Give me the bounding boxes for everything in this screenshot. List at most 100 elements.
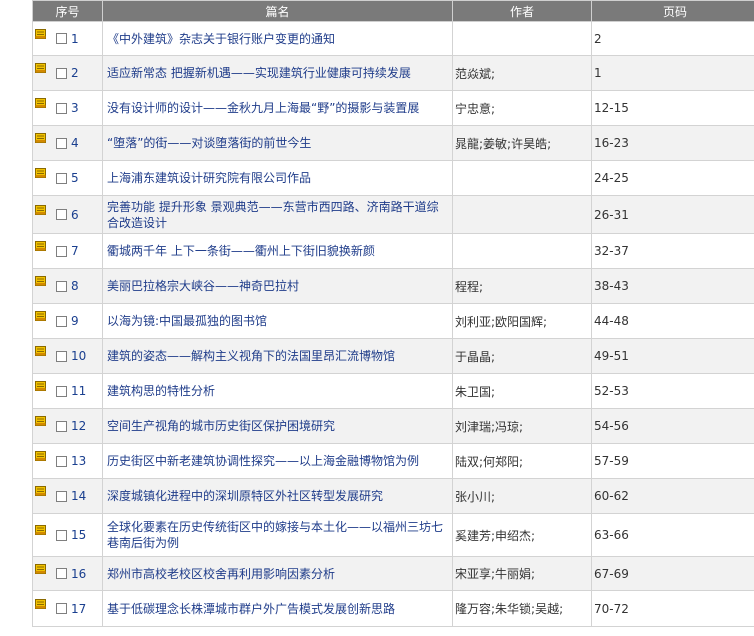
document-icon[interactable]	[35, 133, 46, 143]
pages-cell: 60-62	[591, 478, 754, 514]
document-icon[interactable]	[35, 525, 46, 535]
article-title-link[interactable]: 上海浦东建筑设计研究院有限公司作品	[105, 170, 450, 186]
article-title-link[interactable]: “堕落”的街——对谈堕落街的前世今生	[105, 135, 450, 151]
seq-cell: 8	[32, 268, 103, 304]
pages-cell: 57-59	[591, 443, 754, 479]
seq-cell: 6	[32, 195, 103, 234]
article-title-link[interactable]: 基于低碳理念长株潭城市群户外广告模式发展创新思路	[105, 601, 450, 617]
select-checkbox[interactable]	[56, 455, 67, 467]
row-number: 2	[71, 66, 79, 80]
seq-cell: 12	[32, 408, 103, 444]
document-icon[interactable]	[35, 98, 46, 108]
author-cell: 陆双;何郑阳;	[452, 443, 592, 479]
pages-cell: 1	[591, 55, 754, 91]
select-checkbox[interactable]	[56, 568, 67, 579]
select-checkbox[interactable]	[56, 245, 67, 257]
document-icon[interactable]	[35, 346, 46, 356]
author-cell: 程程;	[452, 268, 592, 304]
title-cell: 衢城两千年 上下一条街——衢州上下街旧貌换新颜	[102, 233, 453, 269]
document-icon[interactable]	[35, 241, 46, 251]
article-title-link[interactable]: 历史街区中新老建筑协调性探究——以上海金融博物馆为例	[105, 453, 450, 469]
document-icon[interactable]	[35, 28, 46, 39]
pages-cell: 54-56	[591, 408, 754, 444]
article-title-link[interactable]: 郑州市高校老校区校舍再利用影响因素分析	[105, 566, 450, 582]
pages-cell: 70-72	[591, 590, 754, 627]
row-number: 5	[71, 171, 79, 185]
select-checkbox[interactable]	[56, 209, 67, 220]
row-number: 12	[71, 419, 87, 433]
header-pages: 页码	[591, 0, 754, 22]
table-row: 5 上海浦东建筑设计研究院有限公司作品 24-25	[32, 160, 754, 196]
table-row: 1 《中外建筑》杂志关于银行账户变更的通知 2	[32, 21, 754, 56]
article-title-link[interactable]: 完善功能 提升形象 景观典范——东营市西四路、济南路干道综合改造设计	[105, 199, 450, 231]
table-header-row: 序号 篇名 作者 页码	[32, 0, 754, 22]
select-checkbox[interactable]	[56, 172, 67, 184]
article-title-link[interactable]: 建筑构思的特性分析	[105, 383, 450, 399]
table-row: 6 完善功能 提升形象 景观典范——东营市西四路、济南路干道综合改造设计 26-31	[32, 195, 754, 234]
row-number: 15	[71, 528, 87, 542]
title-cell: 建筑的姿态——解构主义视角下的法国里昂汇流博物馆	[102, 338, 453, 374]
document-icon[interactable]	[35, 381, 46, 391]
document-icon[interactable]	[35, 416, 46, 426]
pages-cell: 12-15	[591, 90, 754, 126]
row-number: 1	[71, 31, 79, 46]
document-icon[interactable]	[35, 311, 46, 321]
select-checkbox[interactable]	[56, 280, 67, 292]
document-icon[interactable]	[35, 598, 46, 609]
select-checkbox[interactable]	[56, 603, 67, 614]
article-title-link[interactable]: 深度城镇化进程中的深圳原特区外社区转型发展研究	[105, 488, 450, 504]
author-cell	[452, 160, 592, 196]
table-row: 11 建筑构思的特性分析 朱卫国; 52-53	[32, 373, 754, 409]
article-title-link[interactable]: 衢城两千年 上下一条街——衢州上下街旧貌换新颜	[105, 243, 450, 259]
article-table-container: 序号 篇名 作者 页码 1 《中外建筑》杂志关于银行账户变更的通知 2 2 适应新常态 …	[32, 0, 754, 627]
seq-cell: 4	[32, 125, 103, 161]
author-cell: 朱卫国;	[452, 373, 592, 409]
select-checkbox[interactable]	[56, 529, 67, 541]
select-checkbox[interactable]	[56, 67, 67, 79]
document-icon[interactable]	[35, 276, 46, 286]
seq-cell: 5	[32, 160, 103, 196]
header-title: 篇名	[102, 0, 453, 22]
row-number: 16	[71, 566, 87, 581]
title-cell: 深度城镇化进程中的深圳原特区外社区转型发展研究	[102, 478, 453, 514]
seq-cell: 13	[32, 443, 103, 479]
author-cell: 刘利亚;欧阳国辉;	[452, 303, 592, 339]
title-cell: 《中外建筑》杂志关于银行账户变更的通知	[102, 21, 453, 56]
document-icon[interactable]	[35, 563, 46, 574]
select-checkbox[interactable]	[56, 490, 67, 502]
title-cell: 建筑构思的特性分析	[102, 373, 453, 409]
select-checkbox[interactable]	[56, 137, 67, 149]
article-title-link[interactable]: 《中外建筑》杂志关于银行账户变更的通知	[105, 31, 450, 47]
article-title-link[interactable]: 没有设计师的设计——金秋九月上海最“野”的摄影与装置展	[105, 100, 450, 116]
author-cell: 于晶晶;	[452, 338, 592, 374]
row-number: 6	[71, 207, 79, 222]
document-icon[interactable]	[35, 204, 46, 215]
select-checkbox[interactable]	[56, 102, 67, 114]
author-cell: 张小川;	[452, 478, 592, 514]
article-title-link[interactable]: 全球化要素在历史传统街区中的嫁接与本土化——以福州三坊七巷南后街为例	[105, 519, 450, 551]
document-icon[interactable]	[35, 486, 46, 496]
article-table: 序号 篇名 作者 页码 1 《中外建筑》杂志关于银行账户变更的通知 2 2 适应新常态 …	[32, 0, 754, 627]
seq-cell: 2	[32, 55, 103, 91]
author-cell	[452, 21, 592, 56]
select-checkbox[interactable]	[56, 350, 67, 362]
author-cell: 刘津瑞;冯琼;	[452, 408, 592, 444]
select-checkbox[interactable]	[56, 420, 67, 432]
select-checkbox[interactable]	[56, 315, 67, 327]
row-number: 9	[71, 314, 79, 328]
article-title-link[interactable]: 美丽巴拉格宗大峡谷——神奇巴拉村	[105, 278, 450, 294]
document-icon[interactable]	[35, 168, 46, 178]
article-title-link[interactable]: 空间生产视角的城市历史街区保护困境研究	[105, 418, 450, 434]
author-cell: 宁忠意;	[452, 90, 592, 126]
title-cell: “堕落”的街——对谈堕落街的前世今生	[102, 125, 453, 161]
article-title-link[interactable]: 以海为镜:中国最孤独的图书馆	[105, 313, 450, 329]
article-title-link[interactable]: 适应新常态 把握新机遇——实现建筑行业健康可持续发展	[105, 65, 450, 81]
select-checkbox[interactable]	[56, 33, 67, 44]
document-icon[interactable]	[35, 63, 46, 73]
document-icon[interactable]	[35, 451, 46, 461]
row-number: 17	[71, 601, 87, 616]
select-checkbox[interactable]	[56, 385, 67, 397]
author-cell: 奚建芳;申绍杰;	[452, 513, 592, 557]
row-number: 14	[71, 489, 87, 503]
article-title-link[interactable]: 建筑的姿态——解构主义视角下的法国里昂汇流博物馆	[105, 348, 450, 364]
